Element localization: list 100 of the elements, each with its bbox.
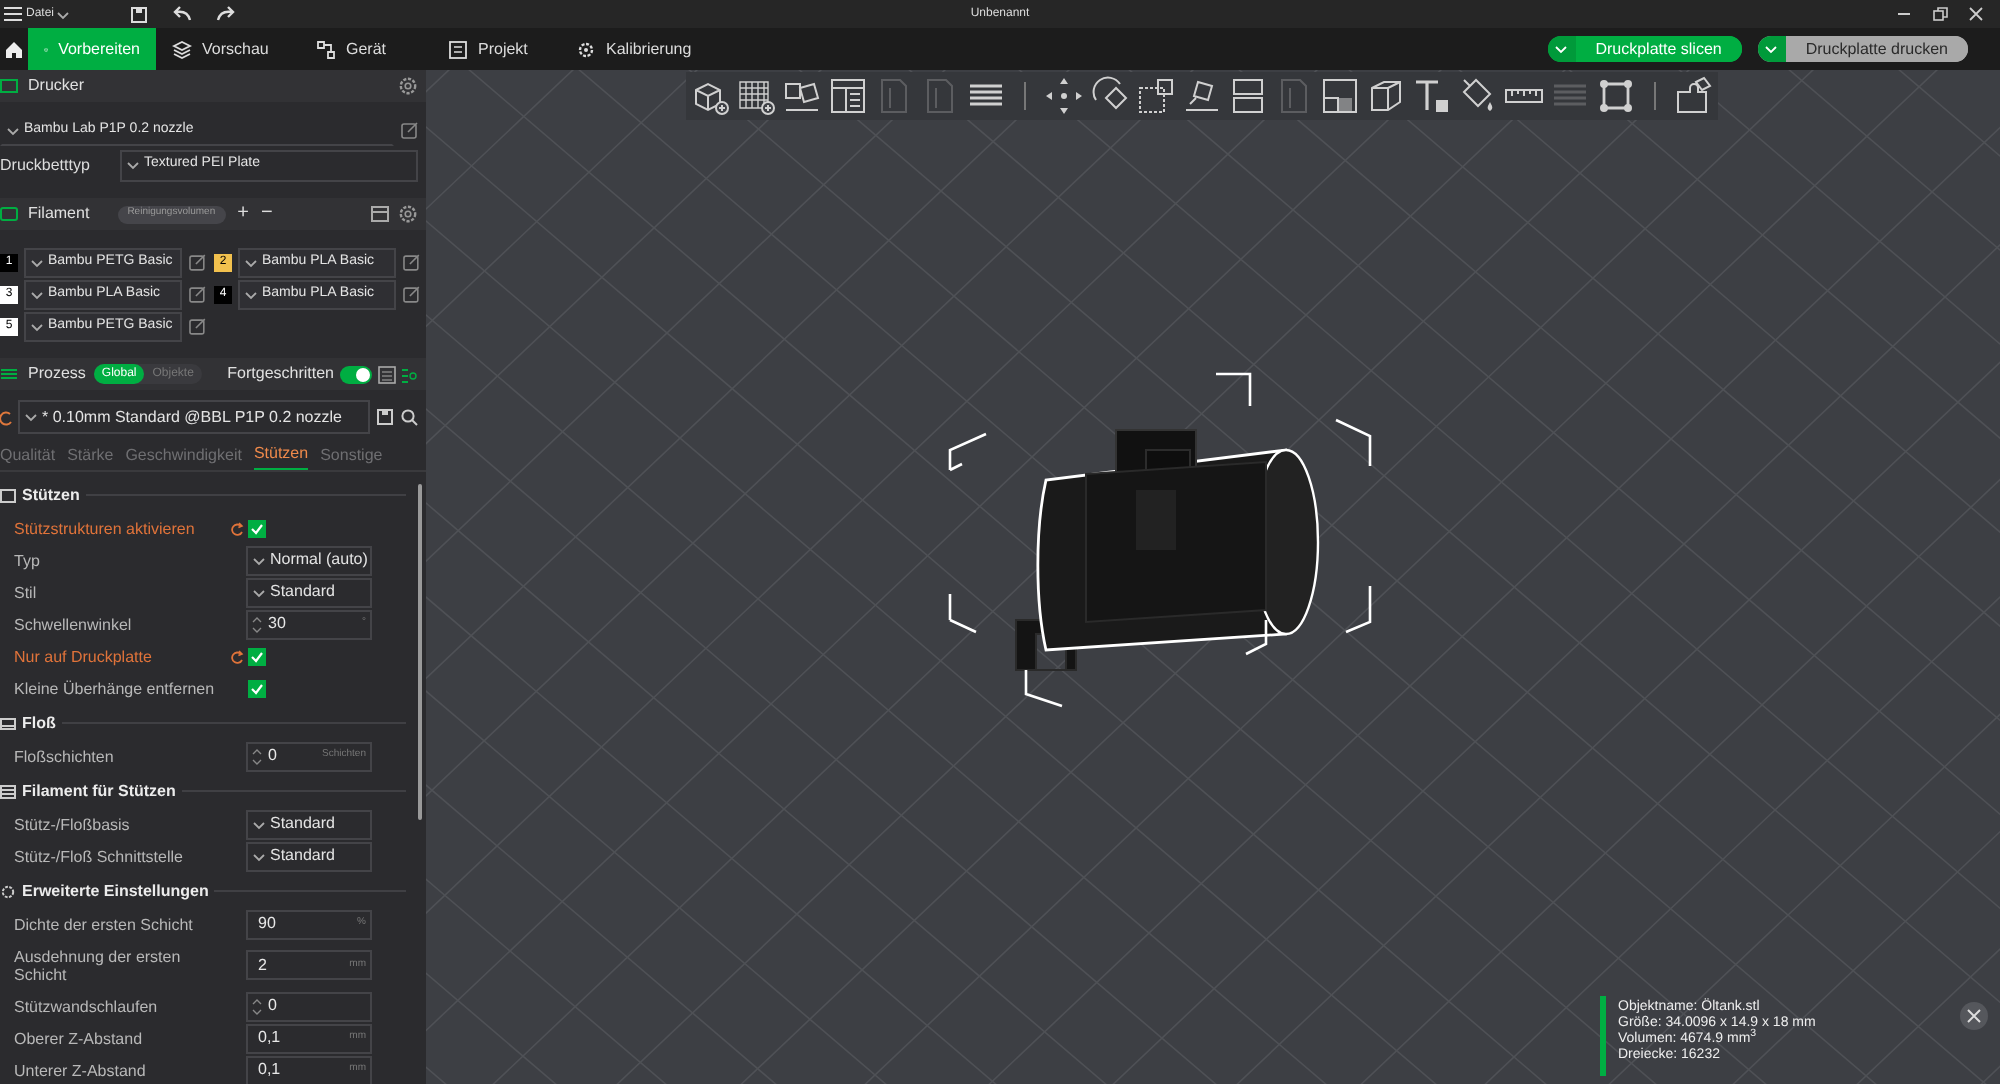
sync-icon[interactable] bbox=[370, 204, 390, 224]
reset-icon[interactable] bbox=[230, 521, 244, 535]
setting-label: Stützstrukturen aktivieren bbox=[14, 519, 197, 537]
redo-icon[interactable] bbox=[216, 6, 237, 22]
frame-icon[interactable] bbox=[1596, 76, 1636, 116]
close-icon[interactable] bbox=[1968, 6, 1984, 22]
edit-icon[interactable] bbox=[402, 285, 420, 303]
advanced-toggle[interactable] bbox=[340, 365, 372, 383]
check-icon bbox=[250, 649, 264, 663]
caret-icon[interactable] bbox=[56, 7, 71, 21]
field-value: Normal (auto) bbox=[270, 548, 368, 572]
process-preset-dropdown[interactable]: * 0.10mm Standard @BBL P1P 0.2 nozzle bbox=[18, 400, 370, 434]
menu-icon[interactable] bbox=[4, 6, 22, 22]
printer-icon bbox=[0, 78, 18, 94]
settings-icon[interactable] bbox=[398, 204, 418, 224]
undo-icon[interactable] bbox=[172, 6, 193, 22]
section-title: Drucker bbox=[28, 74, 85, 98]
split-icon[interactable] bbox=[1228, 76, 1268, 116]
search-icon[interactable] bbox=[400, 408, 418, 426]
reset-icon[interactable] bbox=[0, 409, 12, 425]
settings-icon[interactable] bbox=[398, 76, 418, 96]
edit-icon[interactable] bbox=[188, 253, 206, 271]
dropdown-field[interactable]: Standard bbox=[246, 577, 372, 607]
field-value: Standard bbox=[270, 844, 335, 868]
corner-icon[interactable] bbox=[1320, 76, 1360, 116]
grid-plus-icon[interactable] bbox=[736, 76, 776, 116]
dropdown-button[interactable] bbox=[1757, 36, 1786, 62]
setting-label: Typ bbox=[14, 551, 42, 569]
lay-flat-icon[interactable] bbox=[1182, 76, 1222, 116]
paint-bucket-icon[interactable] bbox=[1458, 76, 1498, 116]
group-icon bbox=[0, 487, 16, 503]
edit-icon[interactable] bbox=[402, 253, 420, 271]
add-button[interactable]: + bbox=[237, 204, 249, 224]
setting-label: Oberer Z-Abstand bbox=[14, 1029, 145, 1047]
dropdown-field[interactable]: Normal (auto) bbox=[246, 545, 372, 575]
nav-tab[interactable]: Vorschau bbox=[156, 28, 300, 70]
caret-icon bbox=[252, 817, 266, 831]
remove-button[interactable]: − bbox=[260, 204, 273, 224]
nav-tab[interactable]: Gerät bbox=[300, 28, 432, 70]
number-field[interactable]: 0 bbox=[246, 991, 372, 1021]
group-title: Filament für Stützen bbox=[22, 779, 176, 803]
scrollbar-thumb[interactable] bbox=[418, 484, 422, 820]
caret-icon bbox=[252, 585, 266, 599]
caret-icon bbox=[30, 287, 44, 301]
group-title: Stützen bbox=[22, 483, 80, 507]
caret-icon bbox=[1764, 42, 1779, 56]
scale-icon[interactable] bbox=[1136, 76, 1176, 116]
nav-tab[interactable]: Projekt bbox=[432, 28, 560, 70]
field-value: 2 bbox=[256, 953, 267, 977]
caret-icon bbox=[252, 553, 266, 567]
edit-icon[interactable] bbox=[188, 285, 206, 303]
caret-icon bbox=[252, 849, 266, 863]
checkbox[interactable] bbox=[248, 519, 266, 537]
caret-icon bbox=[1554, 42, 1569, 56]
save-icon[interactable] bbox=[130, 5, 149, 23]
setting-label: Schwellenwinkel bbox=[14, 615, 134, 633]
nav-tab[interactable]: Kalibrierung bbox=[560, 28, 720, 70]
restore-icon[interactable] bbox=[1932, 6, 1948, 22]
section-title: Prozess bbox=[28, 362, 86, 386]
list-icon[interactable] bbox=[378, 365, 396, 383]
home-icon[interactable] bbox=[4, 39, 24, 59]
setting-label: Stil bbox=[14, 583, 39, 601]
checkbox[interactable] bbox=[248, 679, 266, 697]
checkbox[interactable] bbox=[248, 647, 266, 665]
document-icon bbox=[448, 39, 468, 59]
edit-icon[interactable] bbox=[188, 317, 206, 335]
caret-icon bbox=[126, 158, 140, 172]
gear-icon bbox=[576, 39, 596, 59]
setting-label: Stütz-/Floß Schnittstelle bbox=[14, 847, 185, 865]
reset-icon[interactable] bbox=[230, 649, 244, 663]
close-icon bbox=[1966, 1008, 1982, 1024]
caret-icon bbox=[244, 287, 258, 301]
group-icon bbox=[0, 715, 16, 731]
status-bar-accent bbox=[1600, 996, 1606, 1076]
puzzle-icon[interactable] bbox=[1674, 76, 1714, 116]
dropdown-button[interactable] bbox=[1547, 36, 1576, 62]
close-button[interactable] bbox=[1960, 1002, 1988, 1030]
filter-icon[interactable] bbox=[400, 365, 418, 383]
toggle-label: Fortgeschritten bbox=[227, 362, 334, 386]
settings-tab[interactable]: Stützen bbox=[253, 440, 309, 470]
move-icon[interactable] bbox=[1044, 76, 1084, 116]
setting-label: Stützwandschlaufen bbox=[14, 997, 160, 1015]
check-icon bbox=[250, 681, 264, 695]
text-tool-icon[interactable] bbox=[1412, 76, 1452, 116]
spool-icon bbox=[0, 206, 18, 222]
group-title: Erweiterte Einstellungen bbox=[22, 879, 209, 903]
tank-model-drawing[interactable] bbox=[948, 372, 1372, 708]
caret-icon bbox=[244, 255, 258, 269]
dropdown-field[interactable]: Standard bbox=[246, 841, 372, 871]
caret-icon bbox=[30, 319, 44, 333]
dropdown-field[interactable]: Standard bbox=[246, 809, 372, 839]
setting-label: Floßschichten bbox=[14, 747, 116, 765]
field-value: 0 bbox=[268, 744, 277, 768]
group-icon bbox=[0, 883, 16, 899]
save-icon[interactable] bbox=[376, 408, 394, 426]
layout-icon[interactable] bbox=[828, 76, 868, 116]
edit-icon[interactable] bbox=[400, 122, 418, 140]
layers-icon bbox=[172, 39, 192, 59]
field-value: 0 bbox=[268, 994, 277, 1018]
setting-label: Kleine Überhänge entfernen bbox=[14, 679, 217, 697]
